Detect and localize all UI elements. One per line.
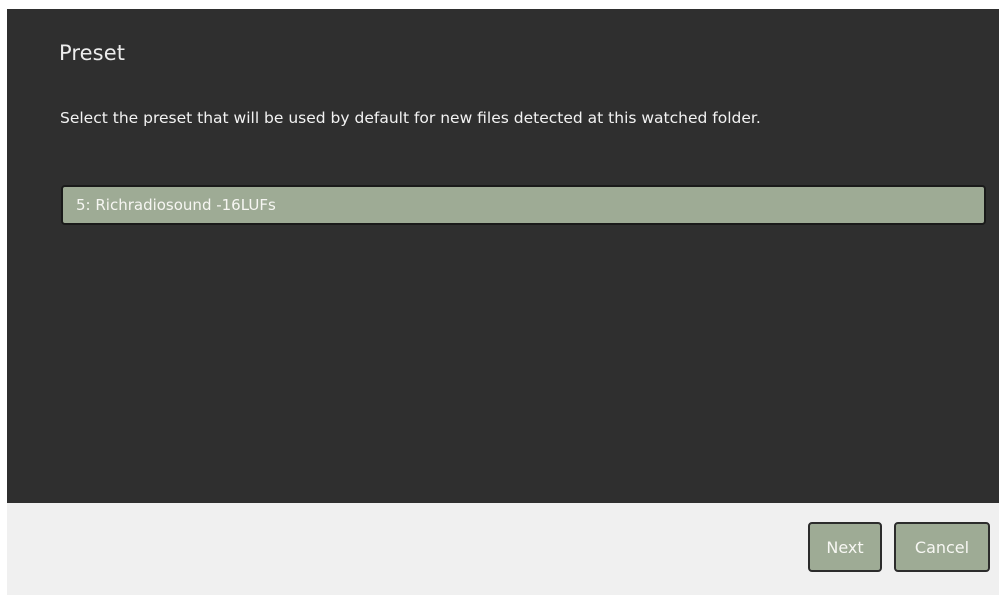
next-button[interactable]: Next [808,522,882,572]
preset-select-value: 5: Richradiosound -16LUFs [76,196,276,214]
preset-select[interactable]: 5: Richradiosound -16LUFs [61,185,986,225]
preset-dialog: Preset Select the preset that will be us… [7,9,999,595]
dialog-footer: Next Cancel [7,503,999,595]
dialog-content-panel: Preset Select the preset that will be us… [7,9,999,503]
page-title: Preset [59,41,126,65]
cancel-button[interactable]: Cancel [894,522,990,572]
preset-description: Select the preset that will be used by d… [60,109,761,127]
